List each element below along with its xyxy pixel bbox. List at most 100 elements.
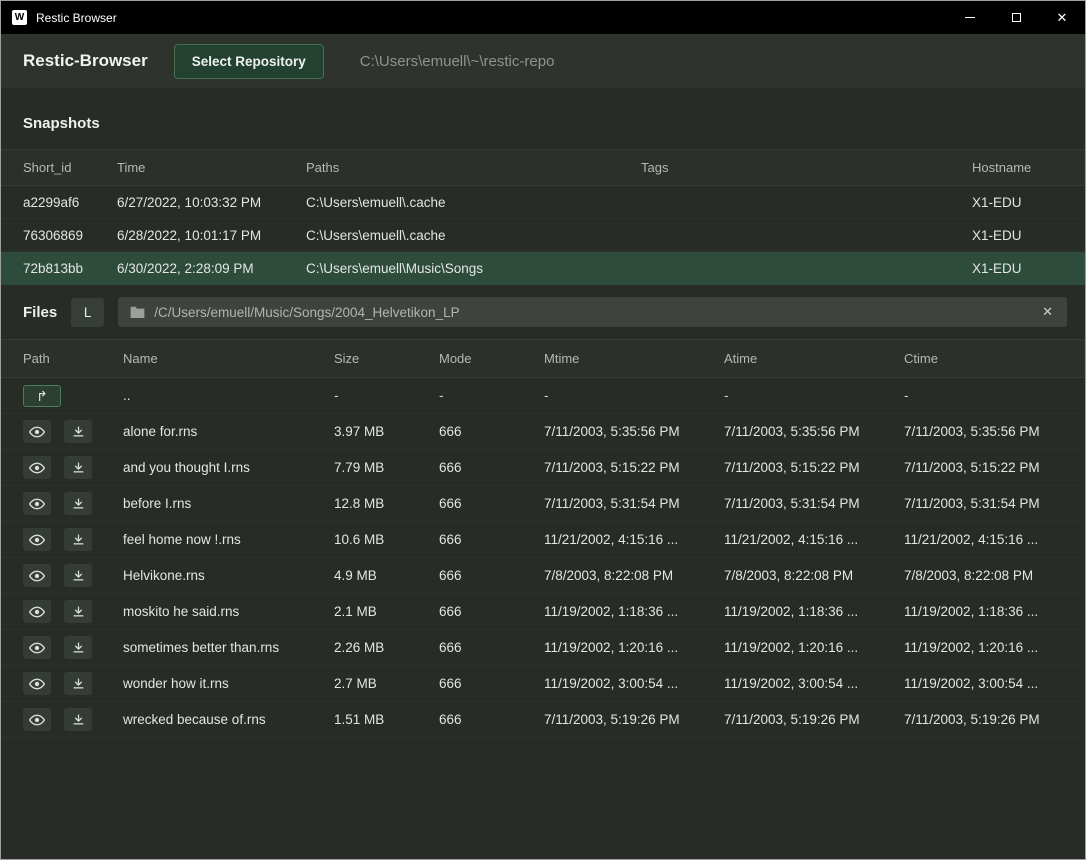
snapshots-table: Short_id Time Paths Tags Hostname a2299a… <box>1 149 1085 285</box>
preview-file-button[interactable] <box>23 672 51 695</box>
current-path-input[interactable]: /C/Users/emuell/Music/Songs/2004_Helveti… <box>118 297 1067 327</box>
preview-file-button[interactable] <box>23 528 51 551</box>
clear-icon: ✕ <box>1042 304 1053 319</box>
file-ctime: 11/19/2002, 1:20:16 ... <box>904 640 1085 655</box>
file-name: .. <box>123 388 334 403</box>
file-size: - <box>334 388 439 403</box>
file-atime: 7/11/2003, 5:35:56 PM <box>724 424 904 439</box>
file-mode: 666 <box>439 496 544 511</box>
download-icon <box>72 677 85 690</box>
preview-file-button[interactable] <box>23 564 51 587</box>
file-size: 4.9 MB <box>334 568 439 583</box>
parent-directory-row: ↱ .. - - - - - <box>1 378 1085 414</box>
download-file-button[interactable] <box>64 600 92 623</box>
file-atime: 11/19/2002, 1:18:36 ... <box>724 604 904 619</box>
snapshots-table-header: Short_id Time Paths Tags Hostname <box>1 149 1085 186</box>
file-ctime: 7/11/2003, 5:15:22 PM <box>904 460 1085 475</box>
download-file-button[interactable] <box>64 672 92 695</box>
file-mode: 666 <box>439 532 544 547</box>
snapshot-time: 6/28/2022, 10:01:17 PM <box>117 228 306 243</box>
preview-file-button[interactable] <box>23 456 51 479</box>
window-controls: ✕ <box>947 1 1085 34</box>
go-up-directory-button[interactable]: ↱ <box>23 385 61 407</box>
file-ctime: 7/11/2003, 5:35:56 PM <box>904 424 1085 439</box>
repository-path: C:\Users\emuell\~\restic-repo <box>360 53 555 70</box>
list-view-toggle-button[interactable]: L <box>71 298 104 327</box>
file-size: 12.8 MB <box>334 496 439 511</box>
snapshot-short-id: 72b813bb <box>23 261 117 276</box>
preview-file-button[interactable] <box>23 636 51 659</box>
column-path: Path <box>23 351 123 366</box>
file-row: wonder how it.rns 2.7 MB 666 11/19/2002,… <box>1 666 1085 702</box>
minimize-button[interactable] <box>947 1 993 34</box>
download-icon <box>72 461 85 474</box>
snapshot-hostname: X1-EDU <box>972 261 1085 276</box>
column-name: Name <box>123 351 334 366</box>
file-mtime: 7/8/2003, 8:22:08 PM <box>544 568 724 583</box>
file-mtime: 7/11/2003, 5:31:54 PM <box>544 496 724 511</box>
file-row: sometimes better than.rns 2.26 MB 666 11… <box>1 630 1085 666</box>
download-file-button[interactable] <box>64 456 92 479</box>
file-mode: 666 <box>439 568 544 583</box>
file-mtime: 7/11/2003, 5:35:56 PM <box>544 424 724 439</box>
download-icon <box>72 425 85 438</box>
file-row: and you thought I.rns 7.79 MB 666 7/11/2… <box>1 450 1085 486</box>
file-name: wrecked because of.rns <box>123 712 334 727</box>
file-mtime: 11/19/2002, 1:18:36 ... <box>544 604 724 619</box>
titlebar: W Restic Browser ✕ <box>1 1 1085 34</box>
file-name: alone for.rns <box>123 424 334 439</box>
file-size: 3.97 MB <box>334 424 439 439</box>
download-file-button[interactable] <box>64 564 92 587</box>
snapshot-hostname: X1-EDU <box>972 195 1085 210</box>
file-ctime: - <box>904 388 1085 403</box>
minimize-icon <box>965 17 975 18</box>
file-mode: 666 <box>439 640 544 655</box>
maximize-button[interactable] <box>993 1 1039 34</box>
eye-icon <box>29 498 45 510</box>
preview-file-button[interactable] <box>23 492 51 515</box>
download-file-button[interactable] <box>64 528 92 551</box>
clear-path-button[interactable]: ✕ <box>1040 304 1055 320</box>
snapshot-row[interactable]: a2299af6 6/27/2022, 10:03:32 PM C:\Users… <box>1 186 1085 219</box>
file-row: feel home now !.rns 10.6 MB 666 11/21/20… <box>1 522 1085 558</box>
download-icon <box>72 569 85 582</box>
column-mode: Mode <box>439 351 544 366</box>
preview-file-button[interactable] <box>23 420 51 443</box>
file-mtime: 7/11/2003, 5:15:22 PM <box>544 460 724 475</box>
eye-icon <box>29 534 45 546</box>
eye-icon <box>29 678 45 690</box>
eye-icon <box>29 714 45 726</box>
download-file-button[interactable] <box>64 708 92 731</box>
file-ctime: 7/11/2003, 5:31:54 PM <box>904 496 1085 511</box>
download-file-button[interactable] <box>64 636 92 659</box>
file-atime: 7/8/2003, 8:22:08 PM <box>724 568 904 583</box>
snapshot-row[interactable]: 76306869 6/28/2022, 10:01:17 PM C:\Users… <box>1 219 1085 252</box>
preview-file-button[interactable] <box>23 600 51 623</box>
column-atime: Atime <box>724 351 904 366</box>
select-repository-button[interactable]: Select Repository <box>174 44 324 79</box>
snapshot-short-id: a2299af6 <box>23 195 117 210</box>
download-icon <box>72 605 85 618</box>
preview-file-button[interactable] <box>23 708 51 731</box>
snapshot-paths: C:\Users\emuell\.cache <box>306 195 641 210</box>
file-ctime: 11/19/2002, 1:18:36 ... <box>904 604 1085 619</box>
file-atime: 11/19/2002, 1:20:16 ... <box>724 640 904 655</box>
page-title: Restic-Browser <box>23 51 148 71</box>
file-name: wonder how it.rns <box>123 676 334 691</box>
eye-icon <box>29 606 45 618</box>
window-title: Restic Browser <box>36 11 117 25</box>
app-logo-icon: W <box>12 10 27 25</box>
download-file-button[interactable] <box>64 420 92 443</box>
app-header: Restic-Browser Select Repository C:\User… <box>1 34 1085 88</box>
download-icon <box>72 713 85 726</box>
snapshot-row-selected[interactable]: 72b813bb 6/30/2022, 2:28:09 PM C:\Users\… <box>1 252 1085 285</box>
file-size: 2.1 MB <box>334 604 439 619</box>
column-paths: Paths <box>306 160 641 175</box>
files-table-header: Path Name Size Mode Mtime Atime Ctime <box>1 339 1085 378</box>
download-file-button[interactable] <box>64 492 92 515</box>
current-path-text: /C/Users/emuell/Music/Songs/2004_Helveti… <box>154 305 1031 320</box>
snapshot-paths: C:\Users\emuell\.cache <box>306 228 641 243</box>
eye-icon <box>29 570 45 582</box>
close-button[interactable]: ✕ <box>1039 1 1085 34</box>
file-mode: 666 <box>439 604 544 619</box>
